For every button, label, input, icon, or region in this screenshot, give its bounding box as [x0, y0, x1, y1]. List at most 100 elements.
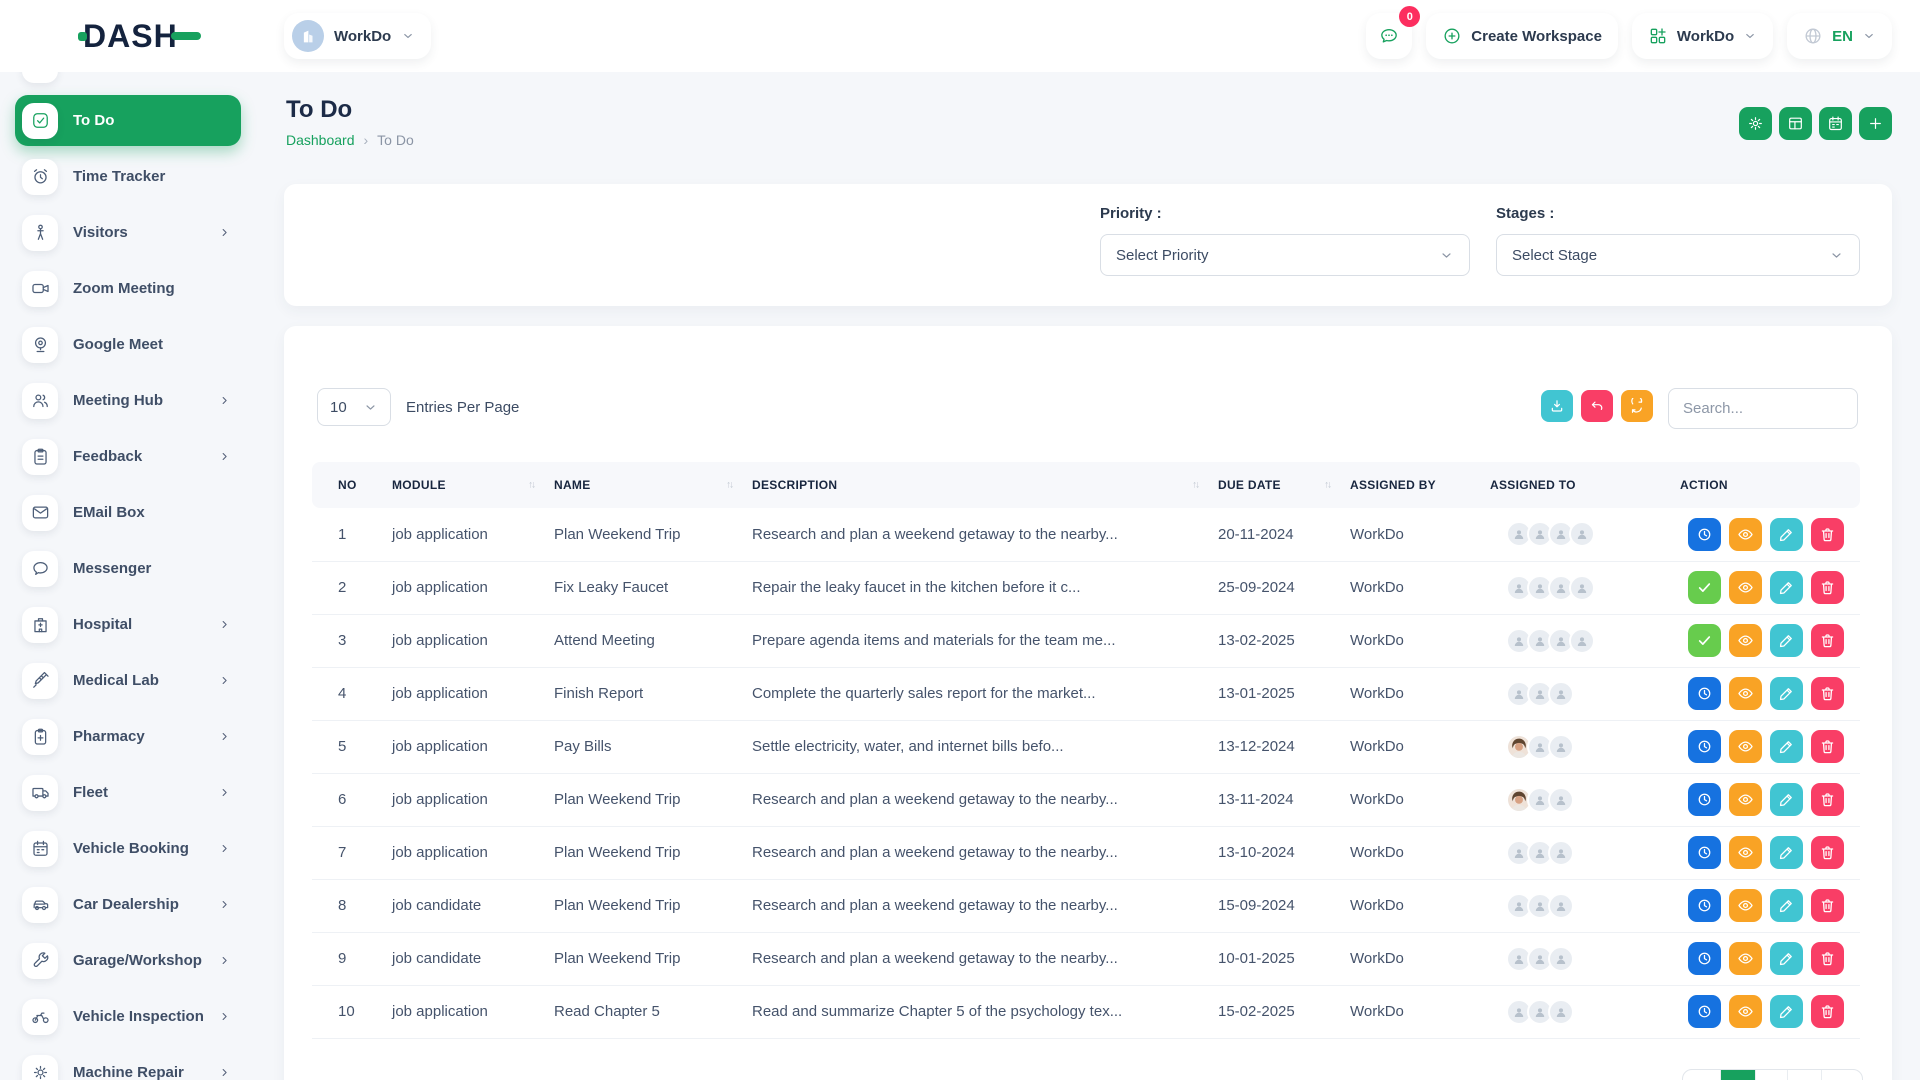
time-button[interactable]	[1688, 889, 1721, 922]
view-button[interactable]	[1729, 518, 1762, 551]
add-todo-button[interactable]	[1859, 107, 1892, 140]
time-button[interactable]	[1688, 836, 1721, 869]
assignee-avatar[interactable]	[1548, 787, 1574, 813]
assignee-avatar[interactable]	[1569, 575, 1595, 601]
assignee-avatar[interactable]	[1569, 521, 1595, 547]
delete-button[interactable]	[1811, 730, 1844, 763]
sidebar-item-to-do[interactable]: To Do	[15, 95, 241, 146]
edit-button[interactable]	[1770, 783, 1803, 816]
sidebar-item-vehicle-booking[interactable]: Vehicle Booking	[15, 823, 241, 874]
view-button[interactable]	[1729, 942, 1762, 975]
assignee-avatar[interactable]	[1569, 628, 1595, 654]
sidebar-item-google-meet[interactable]: Google Meet	[15, 319, 241, 370]
sidebar-item-meeting-hub[interactable]: Meeting Hub	[15, 375, 241, 426]
time-button[interactable]	[1688, 783, 1721, 816]
priority-select[interactable]: Select Priority	[1100, 234, 1470, 276]
delete-button[interactable]	[1811, 783, 1844, 816]
sidebar-item-fleet[interactable]: Fleet	[15, 767, 241, 818]
view-button[interactable]	[1729, 783, 1762, 816]
delete-button[interactable]	[1811, 518, 1844, 551]
view-button[interactable]	[1729, 995, 1762, 1028]
cell-assigned-by: WorkDo	[1342, 932, 1482, 985]
language-selector[interactable]: EN	[1787, 13, 1892, 59]
edit-button[interactable]	[1770, 836, 1803, 869]
entries-per-page-select[interactable]: 10	[317, 388, 391, 426]
view-button[interactable]	[1729, 730, 1762, 763]
time-button[interactable]	[1688, 518, 1721, 551]
reset-button[interactable]	[1581, 390, 1613, 422]
pagination-segment-3[interactable]	[1756, 1070, 1788, 1080]
settings-button[interactable]	[1739, 107, 1772, 140]
pagination-segment-4[interactable]	[1788, 1070, 1823, 1080]
refresh-button[interactable]	[1621, 390, 1653, 422]
create-workspace-button[interactable]: Create Workspace	[1426, 13, 1618, 59]
time-button[interactable]	[1688, 995, 1721, 1028]
column-header-due-date[interactable]: DUE DATE↑↓	[1210, 462, 1342, 508]
workspace-switcher[interactable]: WorkDo	[284, 13, 431, 59]
calendar-icon	[22, 831, 58, 867]
sidebar-item-pharmacy[interactable]: Pharmacy	[15, 711, 241, 762]
delete-button[interactable]	[1811, 836, 1844, 869]
sidebar-item-messenger[interactable]: Messenger	[15, 543, 241, 594]
assignee-avatar[interactable]	[1548, 893, 1574, 919]
view-button[interactable]	[1729, 889, 1762, 922]
brand-logo[interactable]: DASH	[78, 16, 201, 56]
sidebar-item-time-tracker[interactable]: Time Tracker	[15, 151, 241, 202]
time-button[interactable]	[1688, 942, 1721, 975]
sidebar-item-medical-lab[interactable]: Medical Lab	[15, 655, 241, 706]
complete-button[interactable]	[1688, 624, 1721, 657]
pagination-segment-5[interactable]	[1822, 1070, 1862, 1080]
view-button[interactable]	[1729, 677, 1762, 710]
grid-view-button[interactable]	[1779, 107, 1812, 140]
column-header-module[interactable]: MODULE↑↓	[384, 462, 546, 508]
edit-button[interactable]	[1770, 677, 1803, 710]
delete-button[interactable]	[1811, 995, 1844, 1028]
chevron-down-icon	[1743, 29, 1757, 43]
edit-button[interactable]	[1770, 624, 1803, 657]
messages-button[interactable]: 0	[1366, 13, 1412, 59]
delete-button[interactable]	[1811, 942, 1844, 975]
view-button[interactable]	[1729, 836, 1762, 869]
edit-button[interactable]	[1770, 571, 1803, 604]
sidebar-item-feedback[interactable]: Feedback	[15, 431, 241, 482]
sidebar-item-zoom-meeting[interactable]: Zoom Meeting	[15, 263, 241, 314]
delete-button[interactable]	[1811, 677, 1844, 710]
sidebar-item-car-dealership[interactable]: Car Dealership	[15, 879, 241, 930]
assignee-avatar[interactable]	[1548, 946, 1574, 972]
search-input[interactable]	[1668, 388, 1858, 429]
delete-button[interactable]	[1811, 624, 1844, 657]
edit-button[interactable]	[1770, 730, 1803, 763]
edit-button[interactable]	[1770, 518, 1803, 551]
workspace-menu-button[interactable]: WorkDo	[1632, 13, 1773, 59]
pagination-active-page[interactable]	[1721, 1070, 1757, 1080]
assignee-avatar[interactable]	[1548, 734, 1574, 760]
delete-button[interactable]	[1811, 571, 1844, 604]
column-header-name[interactable]: NAME↑↓	[546, 462, 744, 508]
calendar-view-button[interactable]	[1819, 107, 1852, 140]
complete-button[interactable]	[1688, 571, 1721, 604]
sidebar-item-hospital[interactable]: Hospital	[15, 599, 241, 650]
edit-button[interactable]	[1770, 995, 1803, 1028]
sidebar-item-machine-repair[interactable]: Machine Repair	[15, 1047, 241, 1080]
pagination[interactable]	[1682, 1069, 1863, 1080]
edit-button[interactable]	[1770, 889, 1803, 922]
delete-button[interactable]	[1811, 889, 1844, 922]
stages-select[interactable]: Select Stage	[1496, 234, 1860, 276]
edit-button[interactable]	[1770, 942, 1803, 975]
pagination-segment-1[interactable]	[1683, 1070, 1721, 1080]
time-button[interactable]	[1688, 677, 1721, 710]
assignee-avatar[interactable]	[1548, 681, 1574, 707]
time-button[interactable]	[1688, 730, 1721, 763]
sidebar-item-garage-workshop[interactable]: Garage/Workshop	[15, 935, 241, 986]
sidebar-item-visitors[interactable]: Visitors	[15, 207, 241, 258]
sidebar-item-vehicle-inspection[interactable]: Vehicle Inspection	[15, 991, 241, 1042]
view-button[interactable]	[1729, 571, 1762, 604]
column-header-description[interactable]: DESCRIPTION↑↓	[744, 462, 1210, 508]
cell-name: Plan Weekend Trip	[546, 879, 744, 932]
assignee-avatar[interactable]	[1548, 840, 1574, 866]
assignee-avatar[interactable]	[1548, 999, 1574, 1025]
export-button[interactable]	[1541, 390, 1573, 422]
breadcrumb-dashboard-link[interactable]: Dashboard	[286, 132, 355, 148]
sidebar-item-email-box[interactable]: EMail Box	[15, 487, 241, 538]
view-button[interactable]	[1729, 624, 1762, 657]
